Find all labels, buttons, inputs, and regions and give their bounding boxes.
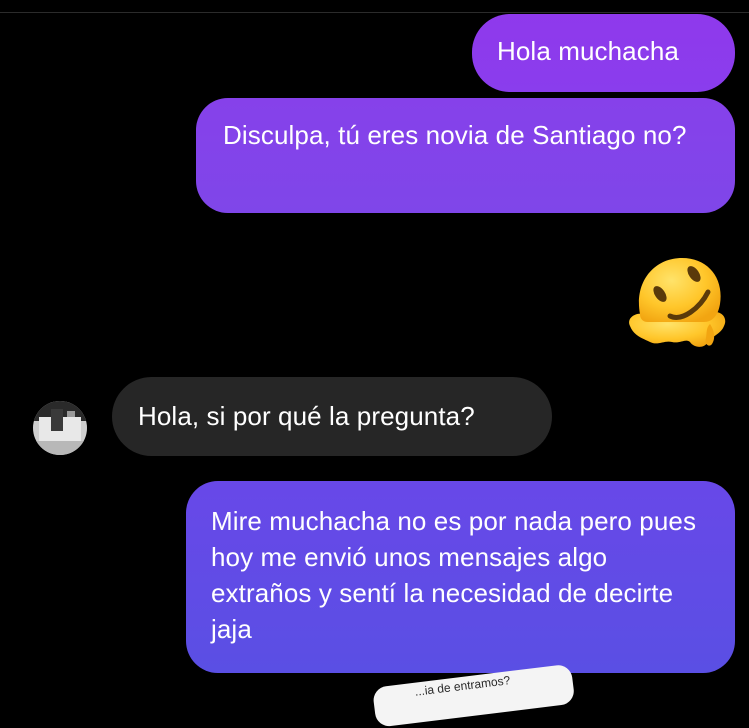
message-text: Mire muchacha no es por nada pero pues h… [211,506,697,644]
shared-preview-text: ...ia de entramos? [413,673,511,699]
melting-face-emoji[interactable] [624,252,730,352]
sent-message-bubble[interactable]: Disculpa, tú eres novia de Santiago no? [196,98,735,213]
sent-message-bubble[interactable]: Hola muchacha [472,14,735,92]
message-text: Hola, si por qué la pregunta? [138,401,475,431]
shared-post-preview[interactable]: ...ia de entramos? [372,663,576,728]
message-text: Hola muchacha [497,36,679,66]
melting-face-icon [629,258,726,347]
profile-photo-icon [33,401,87,455]
sent-message-bubble[interactable]: Mire muchacha no es por nada pero pues h… [186,481,735,673]
top-divider [0,12,749,13]
avatar[interactable] [33,401,87,455]
message-text: Disculpa, tú eres novia de Santiago no? [223,120,687,150]
received-message-bubble[interactable]: Hola, si por qué la pregunta? [112,377,552,456]
